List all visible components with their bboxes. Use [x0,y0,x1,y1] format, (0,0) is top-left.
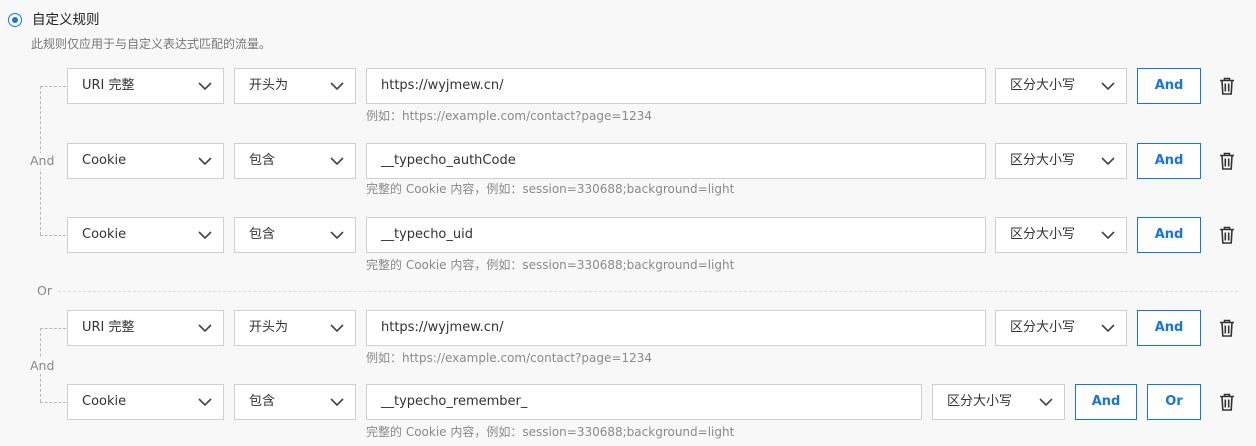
group-join-label: And [30,153,55,169]
value-input[interactable]: https://wyjmew.cn/ [366,310,986,346]
chevron-down-icon [198,324,212,333]
chevron-down-icon [1039,398,1053,407]
case-select[interactable]: 区分大小写 [995,68,1127,104]
case-select-value: 区分大小写 [1010,153,1076,168]
trash-icon[interactable] [1219,152,1235,170]
chevron-down-icon [330,231,344,240]
case-select-value: 区分大小写 [947,394,1013,409]
custom-rule-radio[interactable] [8,13,22,27]
value-input[interactable]: __typecho_uid [366,217,986,253]
chevron-down-icon [1101,324,1115,333]
value-input[interactable]: __typecho_authCode [366,143,986,179]
chevron-down-icon [198,231,212,240]
value-input-text: __typecho_remember_ [381,394,528,409]
value-input-text: __typecho_uid [381,227,473,242]
case-select-value: 区分大小写 [1010,227,1076,242]
or-button[interactable]: Or [1147,384,1201,420]
field-select[interactable]: Cookie [67,384,224,420]
field-select-value: URI 完整 [82,78,135,93]
field-select-value: Cookie [82,153,127,168]
field-hint: 完整的 Cookie 内容，例如：session=330688;backgrou… [366,425,735,439]
case-select-value: 区分大小写 [1010,320,1076,335]
case-select[interactable]: 区分大小写 [995,143,1127,179]
trash-icon[interactable] [1219,226,1235,244]
value-input-text: https://wyjmew.cn/ [381,320,504,335]
field-select[interactable]: Cookie [67,143,224,179]
chevron-down-icon [198,82,212,91]
case-select[interactable]: 区分大小写 [995,310,1127,346]
case-select-value: 区分大小写 [1010,78,1076,93]
and-button[interactable]: And [1075,384,1137,420]
value-input-text: __typecho_authCode [381,153,516,168]
group-separator-line [58,291,1238,292]
operator-select[interactable]: 包含 [234,143,356,179]
value-input[interactable]: __typecho_remember_ [366,384,922,420]
trash-icon[interactable] [1219,77,1235,95]
operator-select[interactable]: 开头为 [234,310,356,346]
case-select[interactable]: 区分大小写 [995,217,1127,253]
custom-rule-label[interactable]: 自定义规则 [32,11,100,29]
operator-select[interactable]: 包含 [234,217,356,253]
trash-icon[interactable] [1219,393,1235,411]
field-select[interactable]: URI 完整 [67,68,224,104]
operator-select-value: 包含 [249,394,276,409]
chevron-down-icon [330,398,344,407]
connector-bottom-g1 [40,235,66,236]
field-hint: 例如：https://example.com/contact?page=1234 [366,109,652,123]
operator-select-value: 包含 [249,227,276,242]
field-hint: 例如：https://example.com/contact?page=1234 [366,351,652,365]
and-button[interactable]: And [1137,217,1201,253]
chevron-down-icon [198,157,212,166]
group-join-label: And [30,358,55,374]
chevron-down-icon [330,82,344,91]
chevron-down-icon [1101,82,1115,91]
connector-bottom-g2 [40,402,66,403]
value-input[interactable]: https://wyjmew.cn/ [366,68,986,104]
chevron-down-icon [330,157,344,166]
field-hint: 完整的 Cookie 内容，例如：session=330688;backgrou… [366,182,735,196]
field-select[interactable]: Cookie [67,217,224,253]
and-button[interactable]: And [1137,143,1201,179]
chevron-down-icon [330,324,344,333]
field-select[interactable]: URI 完整 [67,310,224,346]
operator-select-value: 开头为 [249,78,289,93]
rule-description: 此规则仅应用于与自定义表达式匹配的流量。 [31,37,272,51]
field-select-value: URI 完整 [82,320,135,335]
trash-icon[interactable] [1219,319,1235,337]
and-button[interactable]: And [1137,68,1201,104]
chevron-down-icon [1101,231,1115,240]
operator-select-value: 开头为 [249,320,289,335]
and-button[interactable]: And [1137,310,1201,346]
operator-select-value: 包含 [249,153,276,168]
connector-top-g2 [40,328,66,329]
chevron-down-icon [1101,157,1115,166]
field-select-value: Cookie [82,394,127,409]
operator-select[interactable]: 开头为 [234,68,356,104]
operator-select[interactable]: 包含 [234,384,356,420]
field-select-value: Cookie [82,227,127,242]
chevron-down-icon [198,398,212,407]
connector-top-g1 [40,86,66,87]
case-select[interactable]: 区分大小写 [932,384,1065,420]
field-hint: 完整的 Cookie 内容，例如：session=330688;backgrou… [366,258,735,272]
value-input-text: https://wyjmew.cn/ [381,78,504,93]
group-separator-label: Or [37,283,52,299]
